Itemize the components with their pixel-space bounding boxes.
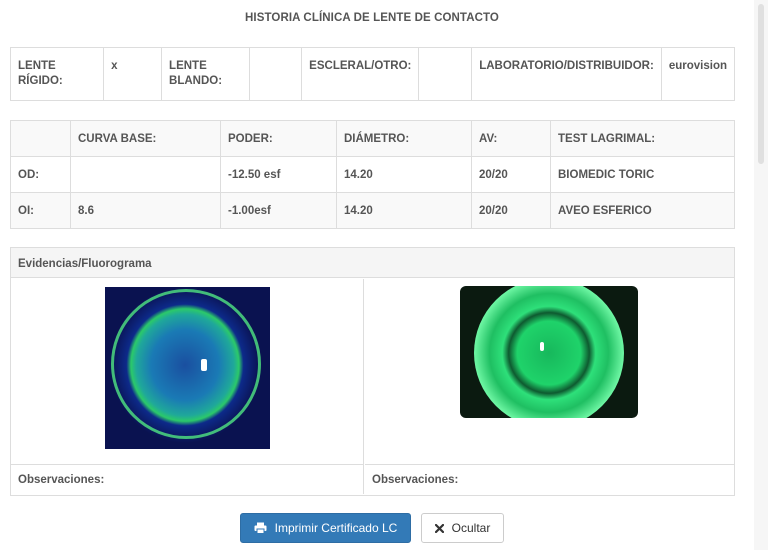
table-cell xyxy=(70,156,221,193)
light-reflex xyxy=(201,359,207,371)
table-cell: 20/20 xyxy=(471,156,551,193)
table-cell: 8.6 xyxy=(70,192,221,229)
table-header: DIÁMETRO: xyxy=(336,120,472,157)
hide-button-label: Ocultar xyxy=(451,521,491,535)
table-header: PODER: xyxy=(220,120,337,157)
rigid-lens-value: x xyxy=(103,47,163,101)
lens-fluorescein-pattern xyxy=(474,286,624,418)
table-cell: BIOMEDIC TORIC xyxy=(550,156,735,193)
print-certificate-button[interactable]: Imprimir Certificado LC xyxy=(240,513,411,543)
measurements-table: CURVA BASE: PODER: DIÁMETRO: AV: TEST LA… xyxy=(10,120,735,229)
table-cell: 20/20 xyxy=(471,192,551,229)
table-cell: 14.20 xyxy=(336,192,472,229)
soft-lens-label: LENTE BLANDO: xyxy=(161,47,251,101)
scleral-value xyxy=(418,47,473,101)
evidence-right-cell: Observaciones: xyxy=(365,279,734,494)
table-header-row: CURVA BASE: PODER: DIÁMETRO: AV: TEST LA… xyxy=(10,120,735,157)
observations-left: Observaciones: xyxy=(11,464,363,494)
scleral-label: ESCLERAL/OTRO: xyxy=(301,47,420,101)
fluorogram-image-left[interactable] xyxy=(105,287,270,449)
table-header: AV: xyxy=(471,120,551,157)
soft-lens-value xyxy=(249,47,303,101)
laboratory-label: LABORATORIO/DISTRIBUIDOR: xyxy=(471,47,662,101)
lens-edge-ring xyxy=(111,289,261,439)
lens-type-table: LENTE RÍGIDO: x LENTE BLANDO: ESCLERAL/O… xyxy=(9,47,736,101)
table-header: TEST LAGRIMAL: xyxy=(550,120,735,157)
observations-right: Observaciones: xyxy=(365,464,734,494)
table-cell: OD: xyxy=(10,156,71,193)
evidence-heading: Evidencias/Fluorograma xyxy=(11,248,734,278)
evidence-left-cell: Observaciones: xyxy=(11,279,364,494)
evidence-panel: Evidencias/Fluorograma Observaciones: Ob… xyxy=(10,247,735,496)
table-cell: -1.00esf xyxy=(220,192,337,229)
table-cell: OI: xyxy=(10,192,71,229)
table-row: OD: -12.50 esf 14.20 20/20 BIOMEDIC TORI… xyxy=(10,156,735,193)
table-header: CURVA BASE: xyxy=(70,120,221,157)
rigid-lens-label: LENTE RÍGIDO: xyxy=(9,47,105,101)
print-button-label: Imprimir Certificado LC xyxy=(274,521,398,535)
laboratory-value: eurovision xyxy=(660,47,736,101)
close-icon xyxy=(434,523,444,533)
table-row: OI: 8.6 -1.00esf 14.20 20/20 AVEO ESFERI… xyxy=(10,192,735,229)
table-cell: AVEO ESFERICO xyxy=(550,192,735,229)
table-header xyxy=(10,120,71,157)
table-cell: -12.50 esf xyxy=(220,156,337,193)
print-icon xyxy=(254,522,267,534)
table-cell: 14.20 xyxy=(336,156,472,193)
light-reflex xyxy=(540,342,544,351)
page-title: HISTORIA CLÍNICA DE LENTE DE CONTACTO xyxy=(245,12,499,24)
fluorogram-image-right[interactable] xyxy=(460,286,638,418)
hide-button[interactable]: Ocultar xyxy=(421,513,504,543)
scrollbar-thumb[interactable] xyxy=(758,4,764,164)
